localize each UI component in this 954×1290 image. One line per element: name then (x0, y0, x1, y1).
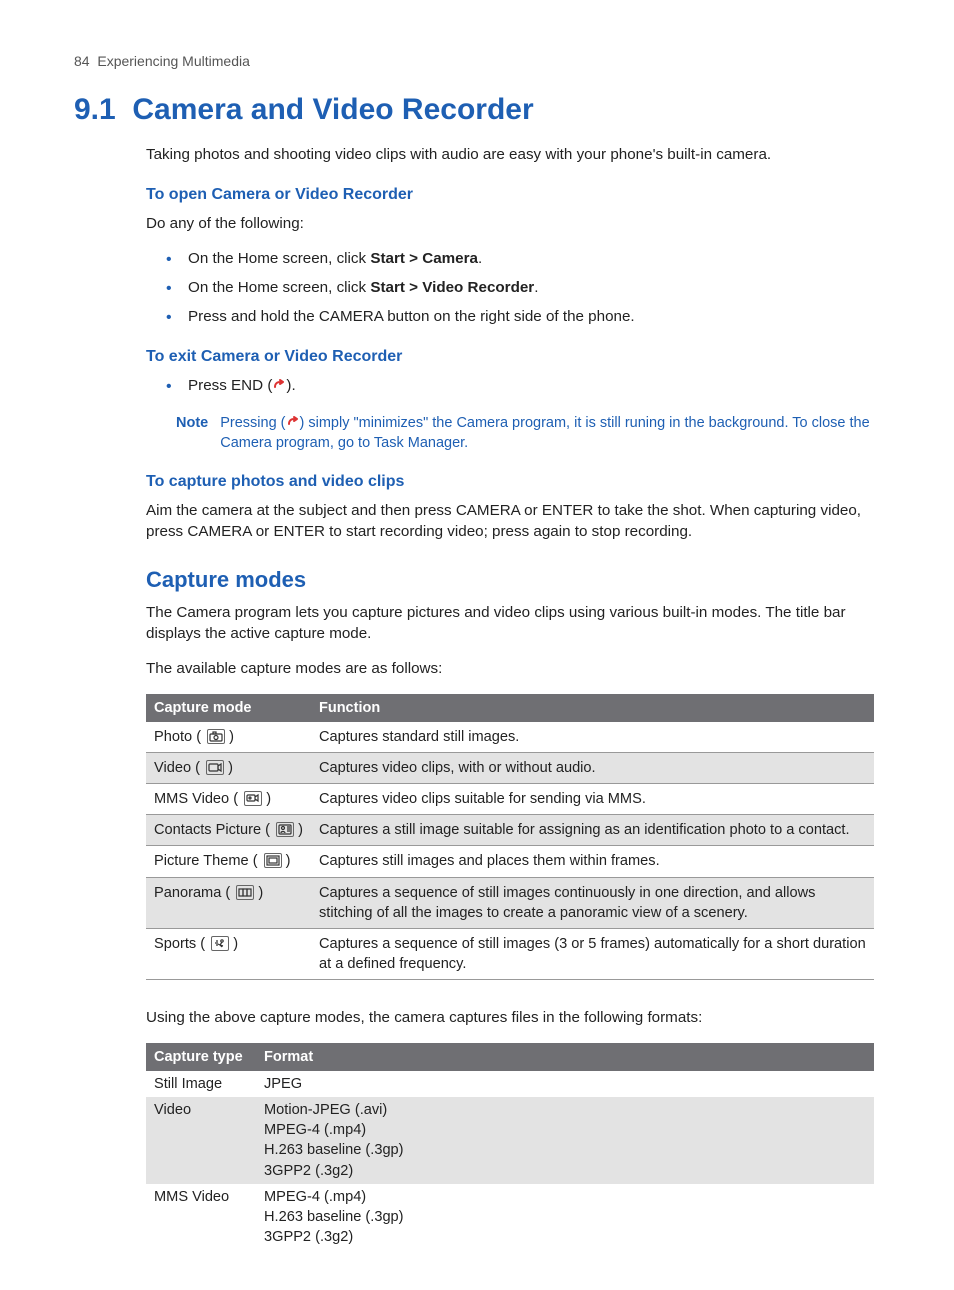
format-value: MPEG-4 (.mp4) (264, 1187, 866, 1207)
format-value: H.263 baseline (.3gp) (264, 1140, 866, 1160)
list-item: On the Home screen, click Start > Video … (184, 278, 874, 299)
mode-name: Video (154, 760, 191, 776)
table-row: VideoMotion-JPEG (.avi)MPEG-4 (.mp4)H.26… (146, 1097, 874, 1184)
open-heading: To open Camera or Video Recorder (146, 184, 874, 206)
page-number: 84 (74, 53, 90, 69)
format-type-cell: MMS Video (146, 1184, 256, 1250)
open-list: On the Home screen, click Start > Camera… (184, 249, 874, 328)
mode-function-cell: Captures a still image suitable for assi… (311, 815, 874, 846)
modes-col-func: Function (311, 694, 874, 722)
mode-name: Panorama (154, 885, 221, 901)
format-values-cell: MPEG-4 (.mp4)H.263 baseline (.3gp)3GPP2 … (256, 1184, 874, 1250)
table-row: Picture Theme ( )Captures still images a… (146, 846, 874, 877)
note-text: Pressing () simply "minimizes" the Camer… (220, 413, 874, 453)
list-text: On the Home screen, click (188, 250, 370, 267)
mode-function-cell: Captures a sequence of still images (3 o… (311, 928, 874, 979)
note-block: Note Pressing () simply "minimizes" the … (176, 413, 874, 453)
table-row: MMS Video ( )Captures video clips suitab… (146, 784, 874, 815)
table-row: Contacts Picture ( )Captures a still ima… (146, 815, 874, 846)
list-bold: Start > Camera (370, 250, 478, 267)
format-type-cell: Still Image (146, 1071, 256, 1097)
camera-mode-icon (207, 729, 225, 744)
table-row: Panorama ( )Captures a sequence of still… (146, 877, 874, 928)
exit-heading: To exit Camera or Video Recorder (146, 346, 874, 368)
format-value: JPEG (264, 1074, 866, 1094)
format-value: MPEG-4 (.mp4) (264, 1120, 866, 1140)
capture-clips-heading: To capture photos and video clips (146, 471, 874, 493)
mode-name-cell: Contacts Picture ( ) (146, 815, 311, 846)
video-mode-icon (206, 760, 224, 775)
capture-clips-text: Aim the camera at the subject and then p… (146, 501, 874, 543)
formats-col-fmt: Format (256, 1043, 874, 1071)
mode-name: MMS Video (154, 791, 229, 807)
mode-name: Picture Theme (154, 853, 249, 869)
formats-col-type: Capture type (146, 1043, 256, 1071)
sports-mode-icon (211, 936, 229, 951)
list-text: Press and hold the CAMERA button on the … (188, 308, 635, 325)
mode-function-cell: Captures standard still images. (311, 722, 874, 753)
capture-modes-p1: The Camera program lets you capture pict… (146, 603, 874, 645)
end-key-icon (272, 378, 286, 392)
format-value: H.263 baseline (.3gp) (264, 1207, 866, 1227)
list-text: ). (286, 377, 295, 394)
chapter-title: Experiencing Multimedia (97, 53, 250, 69)
table-row: Video ( )Captures video clips, with or w… (146, 753, 874, 784)
list-bold: Start > Video Recorder (370, 279, 534, 296)
format-values-cell: Motion-JPEG (.avi)MPEG-4 (.mp4)H.263 bas… (256, 1097, 874, 1184)
mode-name: Contacts Picture (154, 822, 261, 838)
mode-function-cell: Captures a sequence of still images cont… (311, 877, 874, 928)
note-post: ) simply "minimizes" the Camera program,… (220, 415, 869, 451)
intro-text: Taking photos and shooting video clips w… (146, 145, 874, 166)
format-value: 3GPP2 (.3g2) (264, 1227, 866, 1247)
note-label: Note (176, 413, 208, 453)
running-header: 84 Experiencing Multimedia (74, 52, 874, 71)
mode-function-cell: Captures still images and places them wi… (311, 846, 874, 877)
mode-name: Sports (154, 936, 196, 952)
mode-name-cell: MMS Video ( ) (146, 784, 311, 815)
list-item: On the Home screen, click Start > Camera… (184, 249, 874, 270)
format-type-cell: Video (146, 1097, 256, 1184)
format-values-cell: JPEG (256, 1071, 874, 1097)
format-value: 3GPP2 (.3g2) (264, 1161, 866, 1181)
list-text: . (478, 250, 482, 267)
section-heading: 9.1 Camera and Video Recorder (74, 89, 874, 130)
mode-name-cell: Photo ( ) (146, 722, 311, 753)
mode-name-cell: Video ( ) (146, 753, 311, 784)
list-text: On the Home screen, click (188, 279, 370, 296)
table-row: Still Image JPEG (146, 1071, 874, 1097)
list-text: Press END ( (188, 377, 272, 394)
table-row: Sports ( )Captures a sequence of still i… (146, 928, 874, 979)
capture-modes-table: Capture mode Function Photo ( )Captures … (146, 694, 874, 980)
contact-mode-icon (276, 822, 294, 837)
list-item: Press END (). (184, 376, 874, 397)
list-item: Press and hold the CAMERA button on the … (184, 307, 874, 328)
mode-name: Photo (154, 729, 192, 745)
mode-name-cell: Sports ( ) (146, 928, 311, 979)
mode-function-cell: Captures video clips, with or without au… (311, 753, 874, 784)
formats-lead: Using the above capture modes, the camer… (146, 1008, 874, 1029)
mode-function-cell: Captures video clips suitable for sendin… (311, 784, 874, 815)
capture-modes-heading: Capture modes (146, 565, 874, 595)
open-lead: Do any of the following: (146, 214, 874, 235)
panorama-mode-icon (236, 885, 254, 900)
note-pre: Pressing ( (220, 415, 285, 431)
list-text: . (534, 279, 538, 296)
theme-mode-icon (264, 853, 282, 868)
modes-col-mode: Capture mode (146, 694, 311, 722)
formats-table: Capture type Format Still Image JPEG Video… (146, 1043, 874, 1250)
mode-name-cell: Picture Theme ( ) (146, 846, 311, 877)
table-row: MMS VideoMPEG-4 (.mp4)H.263 baseline (.3… (146, 1184, 874, 1250)
table-row: Photo ( )Captures standard still images. (146, 722, 874, 753)
capture-modes-p2: The available capture modes are as follo… (146, 659, 874, 680)
format-value: Motion-JPEG (.avi) (264, 1100, 866, 1120)
section-title: Camera and Video Recorder (132, 93, 533, 126)
mms-mode-icon (244, 791, 262, 806)
section-number: 9.1 (74, 93, 116, 126)
end-key-icon (286, 415, 300, 429)
mode-name-cell: Panorama ( ) (146, 877, 311, 928)
exit-list: Press END (). (184, 376, 874, 397)
